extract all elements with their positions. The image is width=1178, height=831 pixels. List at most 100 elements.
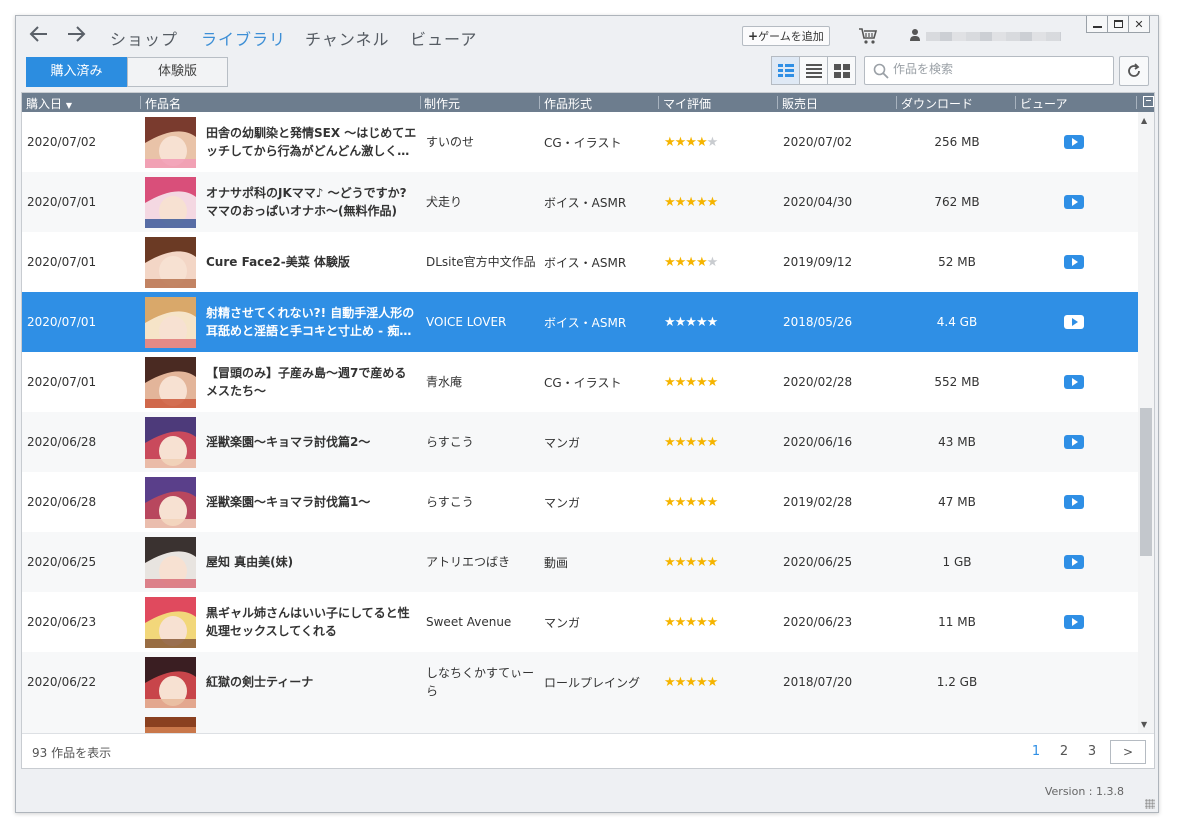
view-grid-button[interactable] <box>827 56 856 85</box>
col-viewer[interactable]: ビューア <box>1020 95 1068 112</box>
work-title-text: 射精させてくれない?! 自動手淫人形の耳舐めと淫語と手コキと寸止め - 痴… <box>206 306 415 338</box>
table-row[interactable]: 2020/07/01 射精させてくれない?! 自動手淫人形の耳舐めと淫語と手コキと… <box>22 292 1138 352</box>
table-row[interactable]: 2020/06/22 紅獄の剣士ティーナ しなちくかすてぃーら ロールプレイング ★★★… <box>22 652 1138 712</box>
purchase-date: 2020/07/01 <box>27 315 97 329</box>
col-divider[interactable] <box>896 96 897 109</box>
purchase-tabs: 購入済み 体験版 <box>26 57 228 87</box>
scroll-down-icon[interactable]: ▼ <box>1141 720 1147 729</box>
rating-stars[interactable]: ★★★★★ <box>664 292 718 352</box>
col-divider[interactable] <box>420 96 421 109</box>
page-1[interactable]: 1 <box>1022 744 1050 759</box>
col-divider[interactable] <box>539 96 540 109</box>
resize-grip-icon[interactable] <box>1145 799 1155 809</box>
open-viewer-button[interactable] <box>1064 472 1084 532</box>
page-3[interactable]: 3 <box>1078 744 1106 759</box>
search-input[interactable] <box>893 62 1103 76</box>
refresh-button[interactable] <box>1119 56 1149 86</box>
open-viewer-button[interactable] <box>1064 292 1084 352</box>
table-row[interactable]: 2020/07/01 オナサポ科のJKママ♪ ～どうですか? ママのおっぱいオナホ… <box>22 172 1138 232</box>
table-row-partial[interactable] <box>22 712 1138 733</box>
table-row[interactable]: 2020/07/01 Cure Face2-美菜 体験版 DLsite官方中文作品ボ… <box>22 232 1138 292</box>
col-release[interactable]: 販売日 <box>782 95 818 112</box>
nav-library[interactable]: ライブラリ <box>201 26 286 50</box>
col-download[interactable]: ダウンロード <box>901 95 973 112</box>
page-2[interactable]: 2 <box>1050 744 1078 759</box>
work-title[interactable]: Cure Face2-美菜 体験版 <box>206 232 418 292</box>
release-date: 2018/07/20 <box>783 675 853 689</box>
rating-stars[interactable]: ★★★★★ <box>664 472 718 532</box>
col-rating[interactable]: マイ評価 <box>663 95 711 112</box>
rating-stars[interactable]: ★★★★★ <box>664 352 718 412</box>
col-maker[interactable]: 制作元 <box>424 95 460 112</box>
vertical-scrollbar[interactable]: ▲ ▼ <box>1138 112 1154 733</box>
tab-trial[interactable]: 体験版 <box>127 57 228 87</box>
rating-stars[interactable]: ★★★★★ <box>664 532 718 592</box>
open-viewer-button[interactable] <box>1064 532 1084 592</box>
tab-purchased[interactable]: 購入済み <box>26 57 127 87</box>
work-title[interactable]: 屋知 真由美(妹) <box>206 532 418 592</box>
work-title-text: 田舎の幼馴染と発情SEX ～はじめてエッチしてから行為がどんどん激しく… <box>206 126 417 158</box>
thumbnail <box>145 117 196 168</box>
table-row[interactable]: 2020/06/23 黒ギャル姉さんはいい子にしてると性処理セックスしてくれる Sw… <box>22 592 1138 652</box>
view-list-button[interactable] <box>799 56 828 85</box>
col-format[interactable]: 作品形式 <box>544 95 592 112</box>
work-title[interactable]: 淫獣楽園～キョマラ討伐篇2～ <box>206 412 418 472</box>
search-icon <box>873 63 889 79</box>
column-chooser-icon[interactable] <box>1143 96 1154 107</box>
table-row[interactable]: 2020/07/02 田舎の幼馴染と発情SEX ～はじめてエッチしてから行為がどん… <box>22 112 1138 172</box>
work-title[interactable]: 黒ギャル姉さんはいい子にしてると性処理セックスしてくれる <box>206 592 418 652</box>
work-title[interactable]: オナサポ科のJKママ♪ ～どうですか? ママのおっぱいオナホ～(無料作品) <box>206 172 418 232</box>
work-title-text: 淫獣楽園～キョマラ討伐篇2～ <box>206 435 371 449</box>
library-table: 購入日 ▼ 作品名 制作元 作品形式 マイ評価 販売日 ダウンロード ビューア … <box>21 92 1155 769</box>
open-viewer-button[interactable] <box>1064 352 1084 412</box>
minimize-button[interactable] <box>1086 16 1108 33</box>
scroll-up-icon[interactable]: ▲ <box>1141 116 1147 125</box>
col-divider[interactable] <box>777 96 778 109</box>
work-format: マンガ <box>544 615 581 630</box>
rating-stars[interactable]: ★★★★★ <box>664 412 718 472</box>
cover-image <box>145 417 196 468</box>
table-row[interactable]: 2020/06/28 淫獣楽園～キョマラ討伐篇1～ らすこう マンガ ★★★★★ 2019… <box>22 472 1138 532</box>
table-row[interactable]: 2020/06/25 屋知 真由美(妹) アトリエつばき 動画 ★★★★★ 2020/06… <box>22 532 1138 592</box>
purchase-date: 2020/07/01 <box>27 255 97 269</box>
maker-name: 犬走り <box>426 195 463 209</box>
work-title[interactable]: 【冒頭のみ】子産み島～週7で産めるメスたち～ <box>206 352 418 412</box>
open-viewer-button[interactable] <box>1064 112 1084 172</box>
cart-icon[interactable] <box>858 26 878 46</box>
open-viewer-button[interactable] <box>1064 172 1084 232</box>
purchase-date: 2020/07/01 <box>27 195 97 209</box>
open-viewer-button[interactable] <box>1064 592 1084 652</box>
close-button[interactable]: ✕ <box>1128 16 1150 33</box>
nav-viewer[interactable]: ビューア <box>410 26 477 50</box>
add-game-button[interactable]: +ゲームを追加 <box>742 26 830 46</box>
table-row[interactable]: 2020/06/28 淫獣楽園～キョマラ討伐篇2～ らすこう マンガ ★★★★★ 2020… <box>22 412 1138 472</box>
open-viewer-button[interactable] <box>1064 232 1084 292</box>
work-title[interactable]: 射精させてくれない?! 自動手淫人形の耳舐めと淫語と手コキと寸止め - 痴… <box>206 292 418 352</box>
maker-name: アトリエつばき <box>426 555 511 569</box>
col-purchase-date[interactable]: 購入日 ▼ <box>26 95 72 112</box>
view-detail-list-button[interactable] <box>771 56 800 85</box>
col-title[interactable]: 作品名 <box>145 95 181 112</box>
work-title[interactable]: 淫獣楽園～キョマラ討伐篇1～ <box>206 472 418 532</box>
rating-stars[interactable]: ★★★★★ <box>664 592 718 652</box>
rating-stars[interactable]: ★★★★★ <box>664 112 718 172</box>
nav-shop[interactable]: ショップ <box>110 26 178 50</box>
maximize-button[interactable] <box>1107 16 1129 33</box>
work-title[interactable]: 田舎の幼馴染と発情SEX ～はじめてエッチしてから行為がどんどん激しく… <box>206 112 418 172</box>
rating-stars[interactable]: ★★★★★ <box>664 232 718 292</box>
nav-channel[interactable]: チャンネル <box>305 26 390 50</box>
scrollbar-thumb[interactable] <box>1140 408 1152 556</box>
back-button[interactable] <box>26 24 52 50</box>
rating-stars[interactable]: ★★★★★ <box>664 172 718 232</box>
col-divider[interactable] <box>1015 96 1016 109</box>
work-title[interactable]: 紅獄の剣士ティーナ <box>206 652 418 712</box>
col-divider[interactable] <box>658 96 659 109</box>
rating-stars[interactable]: ★★★★★ <box>664 652 718 712</box>
next-page-button[interactable]: > <box>1110 740 1146 764</box>
col-divider[interactable] <box>140 96 141 109</box>
open-viewer-button[interactable] <box>1064 412 1084 472</box>
col-divider[interactable] <box>1136 96 1137 109</box>
play-icon <box>1064 435 1084 449</box>
forward-button[interactable] <box>63 24 89 50</box>
table-row[interactable]: 2020/07/01 【冒頭のみ】子産み島～週7で産めるメスたち～ 青水庵 CG・イラ… <box>22 352 1138 412</box>
